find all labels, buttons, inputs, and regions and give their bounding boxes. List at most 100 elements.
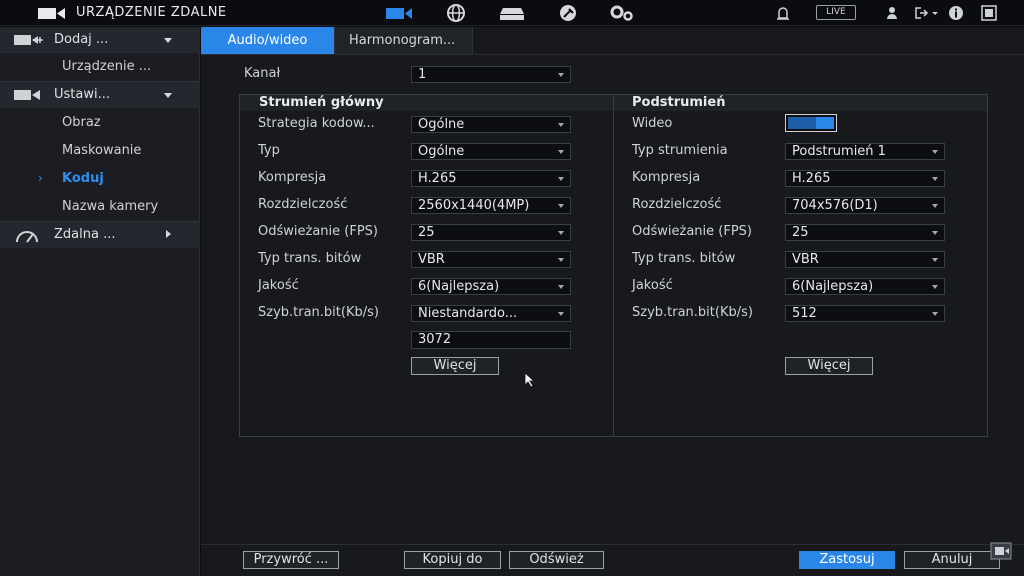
video-toggle[interactable] xyxy=(785,114,837,132)
chevron-down-icon xyxy=(164,38,172,43)
main-more-button[interactable]: Więcej xyxy=(411,357,499,375)
type-select[interactable]: Ogólne xyxy=(411,143,571,160)
sidebar-group-settings[interactable]: Ustawi... xyxy=(0,82,200,108)
sidebar-item-image[interactable]: Obraz xyxy=(0,110,200,136)
main-content: Audio/wideo Harmonogram... Kanał 1 Strum… xyxy=(201,27,1024,576)
sidebar-group-remote[interactable]: Zdalna ... xyxy=(0,222,200,248)
quality-select[interactable]: 6(Najlepsza) xyxy=(411,278,571,295)
live-button[interactable]: LIVE xyxy=(816,5,856,20)
dropdown-arrow-icon xyxy=(558,312,564,316)
dropdown-arrow-icon xyxy=(932,231,938,235)
sidebar-item-masking[interactable]: Maskowanie xyxy=(0,138,200,164)
chevron-right-icon: › xyxy=(38,171,43,185)
top-bar: URZĄDZENIE ZDALNE LIVE xyxy=(0,0,1024,26)
refresh-button[interactable]: Odśwież xyxy=(509,551,604,569)
toggle-knob xyxy=(816,117,834,129)
sidebar: Dodaj ... Urządzenie ... Ustawi... Obraz… xyxy=(0,27,200,576)
select-value: H.265 xyxy=(792,171,831,186)
mouse-cursor-icon xyxy=(524,372,536,388)
record-icon[interactable] xyxy=(990,542,1012,560)
sub-fps-select[interactable]: 25 xyxy=(785,224,945,241)
info-icon[interactable] xyxy=(948,5,964,21)
alarm-icon[interactable] xyxy=(776,5,790,21)
sidebar-item-label: Urządzenie ... xyxy=(62,59,152,74)
dropdown-arrow-icon xyxy=(558,258,564,262)
maintenance-icon[interactable] xyxy=(553,3,583,23)
sub-bitrate-type-select[interactable]: VBR xyxy=(785,251,945,268)
add-camera-icon xyxy=(14,35,43,45)
sub-bitrate-select[interactable]: 512 xyxy=(785,305,945,322)
resolution-select[interactable]: 2560x1440(4MP) xyxy=(411,197,571,214)
sidebar-item-label: Koduj xyxy=(62,171,104,186)
camera-icon xyxy=(38,8,65,19)
tab-schedule[interactable]: Harmonogram... xyxy=(335,27,473,54)
chevron-down-icon xyxy=(164,93,172,98)
dropdown-arrow-icon xyxy=(558,231,564,235)
sub-bitrate-label: Szyb.tran.bit(Kb/s) xyxy=(632,305,753,320)
bitrate-type-select[interactable]: VBR xyxy=(411,251,571,268)
copy-to-button[interactable]: Kopiuj do xyxy=(404,551,501,569)
compression-label: Kompresja xyxy=(258,170,327,185)
main-stream-title: Strumień główny xyxy=(259,95,384,110)
compression-select[interactable]: H.265 xyxy=(411,170,571,187)
app-title: URZĄDZENIE ZDALNE xyxy=(76,5,227,20)
dropdown-arrow-icon xyxy=(558,285,564,289)
sub-quality-label: Jakość xyxy=(632,278,673,293)
fps-label: Odświeżanie (FPS) xyxy=(258,224,378,239)
select-value: VBR xyxy=(792,252,819,267)
dropdown-arrow-icon xyxy=(932,150,938,154)
bitrate-select[interactable]: Niestandardo... xyxy=(411,305,571,322)
logout-icon[interactable] xyxy=(914,5,940,21)
sidebar-item-label: Obraz xyxy=(62,115,101,130)
dropdown-arrow-icon xyxy=(558,177,564,181)
video-label: Wideo xyxy=(632,116,673,131)
channel-label: Kanał xyxy=(244,66,281,81)
sidebar-item-encode[interactable]: › Koduj xyxy=(0,166,200,192)
sub-quality-select[interactable]: 6(Najlepsza) xyxy=(785,278,945,295)
sub-resolution-select[interactable]: 704x576(D1) xyxy=(785,197,945,214)
stream-type-label: Typ strumienia xyxy=(632,143,728,158)
sidebar-group-add[interactable]: Dodaj ... xyxy=(0,27,200,53)
chevron-right-icon xyxy=(166,230,171,238)
select-value: H.265 xyxy=(418,171,457,186)
dropdown-arrow-icon xyxy=(932,312,938,316)
sub-resolution-label: Rozdzielczość xyxy=(632,197,722,212)
apply-button[interactable]: Zastosuj xyxy=(799,551,895,569)
select-value: Ogólne xyxy=(418,117,465,132)
encode-strategy-select[interactable]: Ogólne xyxy=(411,116,571,133)
camera-nav-icon[interactable] xyxy=(384,3,414,23)
select-value: 25 xyxy=(418,225,435,240)
stream-type-select[interactable]: Podstrumień 1 xyxy=(785,143,945,160)
select-value: 6(Najlepsza) xyxy=(792,279,874,294)
channel-select[interactable]: 1 xyxy=(411,66,571,83)
cancel-button[interactable]: Anuluj xyxy=(904,551,1000,569)
dropdown-arrow-icon xyxy=(932,285,938,289)
restore-button[interactable]: Przywróć ... xyxy=(243,551,339,569)
user-icon[interactable] xyxy=(886,5,898,21)
tab-audio-video[interactable]: Audio/wideo xyxy=(201,27,335,54)
custom-bitrate-input[interactable]: 3072 xyxy=(411,331,571,349)
quality-label: Jakość xyxy=(258,278,299,293)
gauge-icon xyxy=(16,231,38,243)
storage-icon[interactable] xyxy=(497,3,527,23)
resolution-label: Rozdzielczość xyxy=(258,197,348,212)
dropdown-arrow-icon xyxy=(558,150,564,154)
sidebar-item-camera-name[interactable]: Nazwa kamery xyxy=(0,194,200,220)
tab-bar: Audio/wideo Harmonogram... xyxy=(201,27,1024,55)
select-value: 512 xyxy=(792,306,817,321)
sidebar-group-label: Zdalna ... xyxy=(54,227,116,242)
sub-compression-select[interactable]: H.265 xyxy=(785,170,945,187)
sub-more-button[interactable]: Więcej xyxy=(785,357,873,375)
sidebar-group-label: Dodaj ... xyxy=(54,32,109,47)
dropdown-arrow-icon xyxy=(932,258,938,262)
settings-icon[interactable] xyxy=(607,3,637,23)
sidebar-item-label: Maskowanie xyxy=(62,143,142,158)
select-value: Niestandardo... xyxy=(418,306,518,321)
globe-icon[interactable] xyxy=(441,3,471,23)
select-value: 1 xyxy=(418,67,427,82)
dropdown-arrow-icon xyxy=(558,73,564,77)
select-value: 6(Najlepsza) xyxy=(418,279,500,294)
fullscreen-icon[interactable] xyxy=(981,5,997,21)
fps-select[interactable]: 25 xyxy=(411,224,571,241)
sidebar-item-device[interactable]: Urządzenie ... xyxy=(0,54,200,80)
